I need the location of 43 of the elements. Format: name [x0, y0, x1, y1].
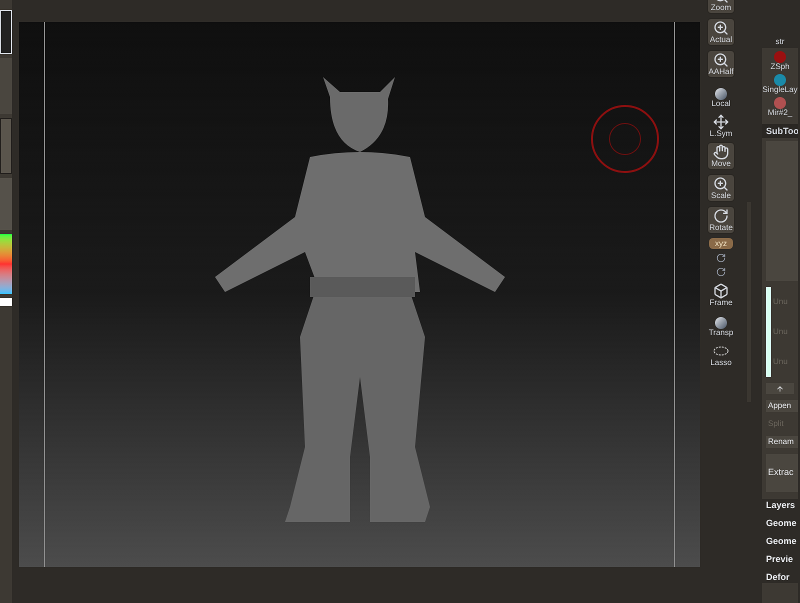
tool-button[interactable]: Actual — [707, 18, 735, 46]
tool-button[interactable]: Zoom — [707, 0, 735, 14]
tool-button[interactable]: Scale — [707, 174, 735, 202]
tool-label: Mir#2_ — [768, 109, 792, 117]
extract-button[interactable]: Extrac — [766, 454, 798, 492]
rotate-icon[interactable] — [716, 267, 726, 277]
menu-item[interactable]: Defor — [766, 571, 798, 583]
tool-button[interactable]: L.Sym — [707, 112, 735, 138]
move-up-button[interactable] — [766, 383, 794, 394]
subtool-scrollbar[interactable] — [766, 287, 771, 377]
brush-cursor — [591, 105, 659, 173]
color-swatch[interactable] — [0, 298, 12, 306]
magnifier-icon — [713, 20, 729, 36]
tool-button[interactable]: AAHalf — [707, 50, 735, 78]
tool-button[interactable]: Lasso — [707, 341, 735, 367]
tool-button[interactable]: Rotate — [707, 206, 735, 234]
menu-item[interactable]: Layers — [766, 499, 798, 511]
rotate-icon — [713, 208, 729, 224]
tool-button[interactable]: Transp — [707, 311, 735, 337]
menu-item[interactable]: Previe — [766, 553, 798, 565]
tool-button[interactable]: Move — [707, 142, 735, 170]
tool-label: SingleLay — [762, 86, 798, 94]
tool-button[interactable]: Frame — [707, 281, 735, 307]
menu-item[interactable]: Geome — [766, 535, 798, 547]
xyz-toggle[interactable]: xyz — [709, 238, 733, 249]
magnifier-icon — [713, 52, 729, 68]
rotate-icon[interactable] — [716, 253, 726, 263]
stroke-thumbnail[interactable] — [0, 118, 12, 174]
tool-button[interactable]: Local — [707, 82, 735, 108]
magnifier-icon — [713, 176, 729, 192]
cube-icon — [713, 283, 729, 299]
subtool-button[interactable]: Renam — [766, 436, 798, 448]
brush-thumbnail[interactable] — [0, 58, 12, 114]
color-picker[interactable] — [0, 234, 12, 294]
subtool-button[interactable]: Appen — [766, 400, 798, 412]
tool-thumbnail[interactable]: str — [762, 0, 798, 48]
tool-label: ZSph — [770, 63, 790, 71]
thumbnail[interactable] — [0, 10, 12, 54]
material-thumbnail[interactable] — [0, 178, 12, 230]
arrows-icon — [713, 114, 729, 130]
hand-icon — [713, 144, 729, 160]
menu-item[interactable]: Geome — [766, 517, 798, 529]
arrow-up-icon — [776, 384, 784, 392]
